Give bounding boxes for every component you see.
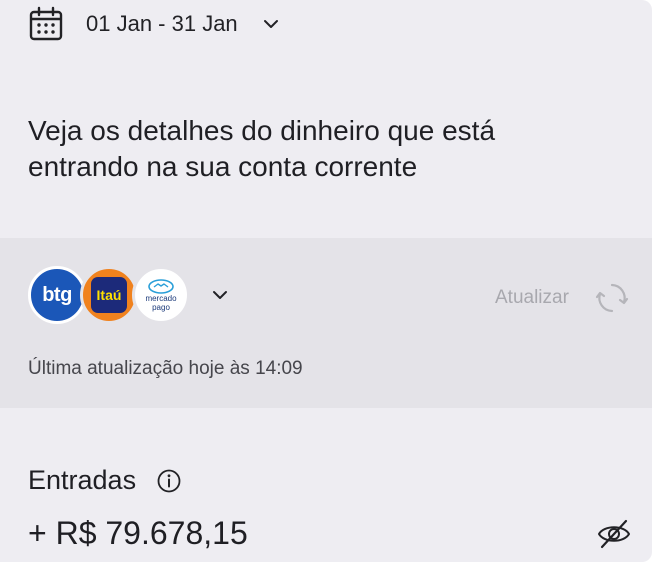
- calendar-icon: [29, 6, 63, 41]
- incoming-header: Entradas: [28, 465, 182, 496]
- incoming-amount: + R$ 79.678,15: [28, 515, 248, 551]
- mercado-pago-line2: pago: [152, 302, 170, 312]
- eye-off-icon[interactable]: [596, 518, 632, 550]
- date-range-label: 01 Jan - 31 Jan: [86, 11, 238, 36]
- itau-logo-text: Itaú: [96, 287, 122, 303]
- mercado-pago-line1: mercado: [145, 293, 177, 303]
- chevron-down-icon[interactable]: [262, 15, 280, 33]
- incoming-label: Entradas: [28, 465, 137, 495]
- btg-logo-text: btg: [42, 283, 72, 306]
- handshake-icon: [148, 278, 174, 294]
- intro-text: Veja os detalhes do dinheiro que está en…: [28, 115, 496, 182]
- bank-sync-panel: btg Itaú mercado pago Atualizar Última a…: [0, 238, 652, 408]
- mercado-pago-logo: mercado pago: [132, 266, 190, 324]
- app-screen: 01 Jan - 31 Jan Veja os detalhes do dinh…: [0, 0, 652, 562]
- btg-logo: btg: [28, 266, 86, 324]
- chevron-down-icon[interactable]: [210, 286, 230, 304]
- refresh-icon[interactable]: [594, 280, 630, 316]
- refresh-button-label[interactable]: Atualizar: [495, 287, 569, 309]
- date-range-selector[interactable]: 01 Jan - 31 Jan: [28, 4, 280, 44]
- itau-logo-box: Itaú: [91, 277, 127, 313]
- itau-logo: Itaú: [80, 266, 138, 324]
- last-update-text: Última atualização hoje às 14:09: [28, 358, 303, 379]
- info-icon[interactable]: [156, 468, 182, 494]
